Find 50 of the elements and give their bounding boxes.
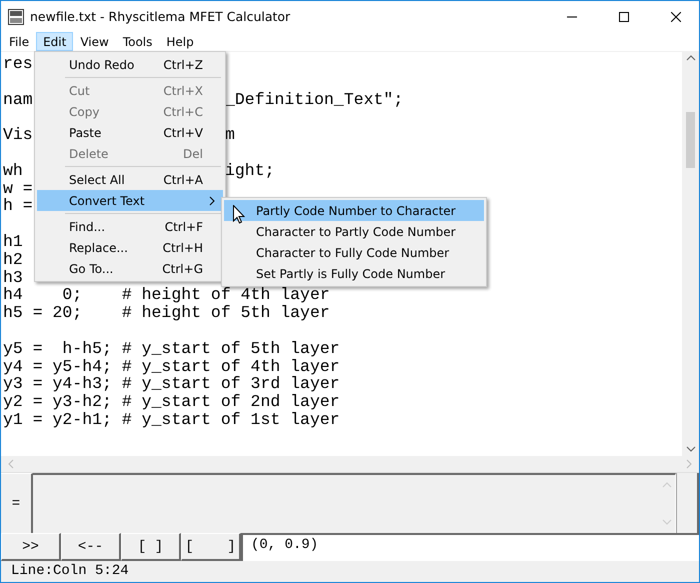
- maximize-icon: [619, 12, 629, 22]
- menu-item[interactable]: Help: [159, 32, 201, 51]
- code-line: h =: [3, 197, 33, 216]
- window-title: newfile.txt - Rhyscitlema MFET Calculator: [30, 9, 292, 24]
- menu-entry[interactable]: Character to Partly Code Number: [224, 221, 484, 242]
- calc-button[interactable]: [ ]: [181, 533, 241, 561]
- menu-entry[interactable]: Undo Redo Ctrl+Z: [37, 54, 223, 75]
- horizontal-scrollbar[interactable]: [1, 456, 699, 472]
- vertical-scrollbar[interactable]: [682, 52, 699, 456]
- menu-item[interactable]: View: [73, 32, 116, 51]
- menu-item[interactable]: File: [2, 32, 36, 51]
- menu-entry[interactable]: Set Partly is Fully Code Number: [224, 263, 484, 284]
- code-line: wh: [3, 162, 23, 180]
- code-line: h2: [3, 250, 23, 269]
- code-line: y2 = y3-h2; # y_start of 2nd layer: [3, 393, 340, 411]
- menu-entry[interactable]: Go To... Ctrl+G: [37, 258, 223, 279]
- menu-entry[interactable]: Select All Ctrl+A: [37, 169, 223, 190]
- menu-entry[interactable]: Partly Code Number to Character: [224, 200, 484, 221]
- close-icon: [671, 12, 681, 22]
- code-line: h4 0; # height of 4th layer: [3, 286, 330, 304]
- calc-button[interactable]: >>: [1, 533, 61, 561]
- menu-item[interactable]: Tools: [116, 32, 160, 51]
- code-line: h3: [3, 268, 23, 286]
- code-line: h1: [3, 232, 23, 251]
- code-line: w =: [3, 180, 33, 198]
- code-line: y3 = y4-h3; # y_start of 3rd layer: [3, 375, 340, 394]
- calc-button[interactable]: <--: [61, 533, 121, 561]
- code-line: y4 = y5-h4; # y_start of 4th layer: [3, 358, 340, 376]
- code-line: nam: [3, 90, 33, 108]
- code-line: ight;: [225, 162, 275, 180]
- menu-item[interactable]: Edit: [36, 32, 74, 51]
- menu-entry[interactable]: Convert Text: [37, 190, 223, 211]
- code-line: m: [225, 126, 235, 144]
- menu-entry[interactable]: Character to Fully Code Number: [224, 242, 484, 263]
- status-bar: Line:Coln 5:24: [1, 561, 699, 582]
- code-line: res: [3, 55, 33, 73]
- code-line: h5 = 20; # height of 5th layer: [3, 304, 330, 322]
- code-line: y5 = h-h5; # y_start of 5th layer: [3, 340, 340, 358]
- calculator-icon: [8, 8, 24, 24]
- menu-entry[interactable]: Replace... Ctrl+H: [37, 237, 223, 258]
- menu-entry[interactable]: Paste Ctrl+V: [37, 122, 223, 143]
- code-line: y1 = y2-h1; # y_start of 1st layer: [3, 410, 340, 429]
- menu-entry[interactable]: Find... Ctrl+F: [37, 216, 223, 237]
- code-line: _Definition_Text";: [225, 90, 404, 108]
- scroll-thumb[interactable]: [686, 112, 695, 168]
- code-line: Vis: [3, 126, 33, 144]
- calc-button[interactable]: [ ]: [121, 533, 181, 561]
- side-panel: [676, 473, 699, 533]
- mouse-cursor-icon: [233, 205, 245, 224]
- result-field[interactable]: [33, 473, 676, 533]
